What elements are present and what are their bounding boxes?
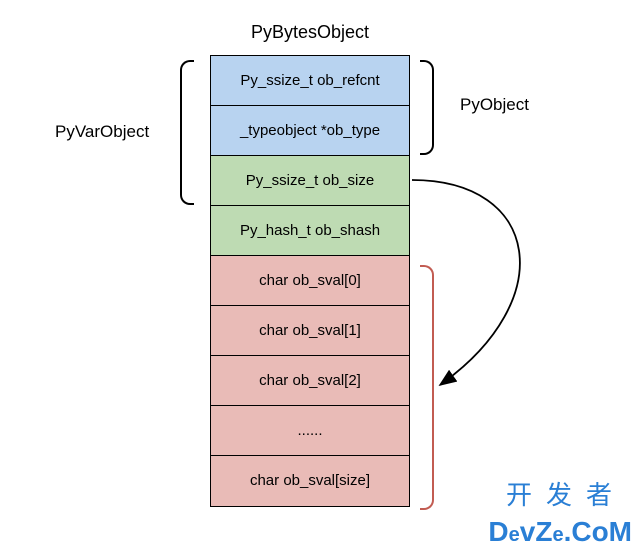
wm-span: D [488,516,508,547]
struct-field: Py_ssize_t ob_size [211,156,409,206]
struct-field: Py_hash_t ob_shash [211,206,409,256]
watermark-cn: 开发者 [506,475,626,512]
struct-field: ...... [211,406,409,456]
struct-field: char ob_sval[size] [211,456,409,506]
brace-sval-array [420,265,434,510]
wm-span: .CoM [564,516,632,547]
label-pyvarobject: PyVarObject [55,122,149,142]
label-pyobject: PyObject [460,95,529,115]
struct-stack: Py_ssize_t ob_refcnt_typeobject *ob_type… [210,55,410,507]
brace-pyvarobject [180,60,194,205]
struct-field: char ob_sval[1] [211,306,409,356]
wm-span: vZ [520,516,553,547]
wm-span: e [509,524,520,546]
diagram-title: PyBytesObject [210,22,410,43]
struct-field: _typeobject *ob_type [211,106,409,156]
watermark-en: DevZe.CoM [488,516,632,548]
struct-field: Py_ssize_t ob_refcnt [211,56,409,106]
struct-field: char ob_sval[2] [211,356,409,406]
wm-span: e [552,524,563,546]
brace-pyobject [420,60,434,155]
struct-field: char ob_sval[0] [211,256,409,306]
